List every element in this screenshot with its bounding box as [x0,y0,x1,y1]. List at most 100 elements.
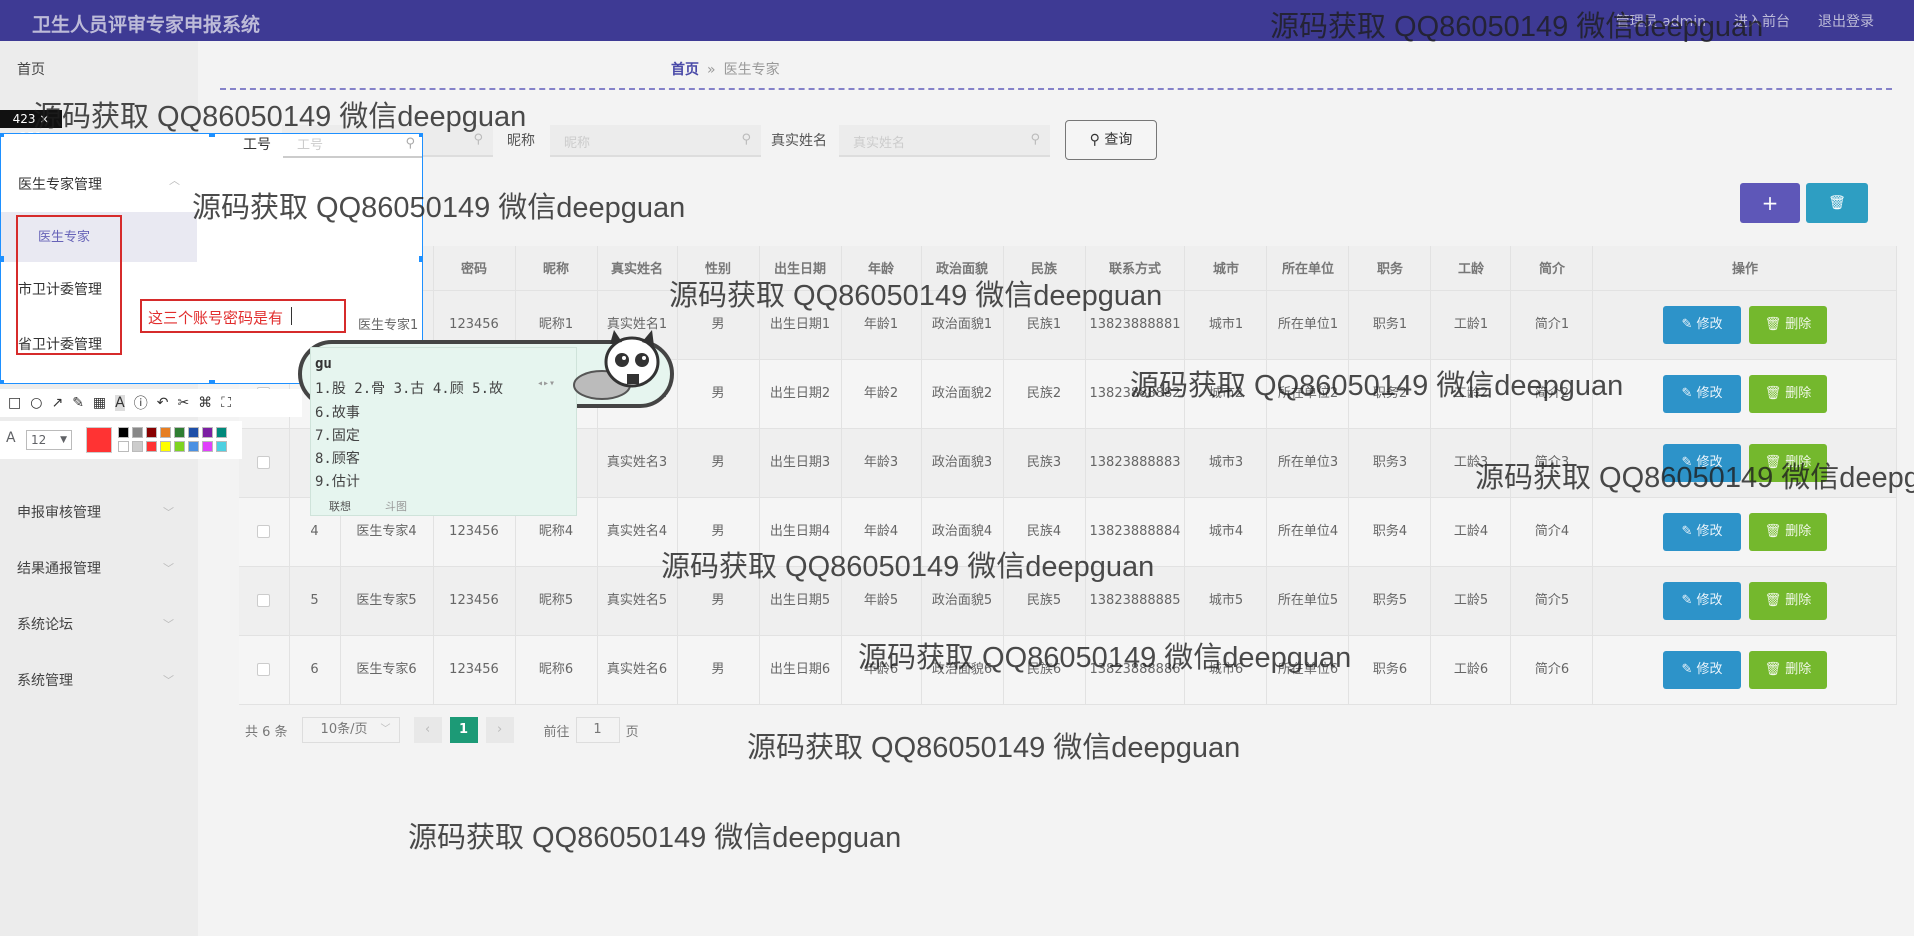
row-checkbox[interactable] [257,662,271,676]
color-swatch[interactable] [160,441,171,452]
color-swatch[interactable] [202,441,213,452]
cell-unit: 所在单位4 [1266,497,1350,567]
fullscreen-icon[interactable]: ⛶ [221,395,231,411]
text-cursor [291,307,292,325]
breadcrumb-current: 医生专家 [723,62,780,78]
rectangle-tool-icon[interactable]: □ [8,395,21,411]
placeholder: 真实姓名 [853,136,906,151]
ime-candidate[interactable]: 8.顾客 [315,448,360,468]
sidebar-item-review[interactable]: 申报审核管理 ﹀ [17,502,174,522]
breadcrumb: 首页 » 医生专家 [671,59,780,79]
col-header: 城市 [1184,246,1268,291]
search-icon: ⚲ [741,132,751,147]
color-swatch[interactable] [188,427,199,438]
watermark: 源码获取 QQ86050149 微信deepguan [1130,370,1624,402]
color-swatch[interactable] [118,427,129,438]
color-swatch[interactable] [174,441,185,452]
delete-button[interactable]: 🗑 删除 [1748,650,1827,689]
query-button[interactable]: ⚲ 查询 [1065,120,1157,160]
watermark: 源码获取 QQ86050149 微信deepguan [1270,11,1764,43]
text-tool-icon[interactable]: A [115,395,125,411]
row-checkbox[interactable] [257,455,271,469]
capture-menu-group[interactable]: 医生专家管理 [18,174,102,194]
arrow-tool-icon[interactable]: ↗ [51,395,63,411]
logout-link[interactable]: 退出登录 [1818,11,1874,31]
goto-page-input[interactable]: 1 [575,717,620,743]
cell-nickname: 昵称5 [515,566,598,636]
color-swatch[interactable] [118,441,129,452]
sidebar-item-forum[interactable]: 系统论坛 ﹀ [17,614,174,634]
ime-association-tab[interactable]: 联想 [329,500,351,513]
number-tool-icon[interactable]: ⓘ [134,393,148,413]
prev-page-button[interactable]: ‹ [413,717,442,743]
undo-icon[interactable]: ↶ [157,395,169,411]
row-checkbox[interactable] [257,524,271,538]
row-checkbox[interactable] [257,593,271,607]
ellipse-tool-icon[interactable]: ○ [30,395,42,411]
color-swatch[interactable] [216,427,227,438]
edit-button[interactable]: ✎ 修改 [1662,305,1741,344]
pen-tool-icon[interactable]: ✎ [72,395,84,411]
annotation-text-box[interactable]: 这三个账号密码是有 [140,299,346,333]
add-button[interactable]: + [1740,183,1800,223]
ime-candidate[interactable]: 6.故事 [315,402,360,422]
search-input-nick[interactable]: 昵称 ⚲ [550,125,761,157]
font-size-select[interactable]: 12 ▼ [26,430,72,450]
delete-button[interactable]: 🗑 删除 [1748,512,1827,551]
search-input-real[interactable]: 真实姓名 ⚲ [839,125,1050,157]
cell-phone: 13823888883 [1085,428,1186,498]
edit-button[interactable]: ✎ 修改 [1662,581,1741,620]
color-swatch[interactable] [174,427,185,438]
resize-handle[interactable] [419,256,422,262]
ime-candidate[interactable]: 9.估计 [315,471,360,491]
ime-candidate[interactable]: 7.固定 [315,425,360,445]
pin-icon[interactable]: ⌘ [198,395,212,411]
cell-age: 年龄3 [841,428,922,498]
page-unit-label: 页 [625,724,639,740]
color-swatch[interactable] [146,427,157,438]
chevron-down-icon: ﹀ [163,618,174,631]
ime-candidate-row[interactable]: 1.股 2.骨 3.古 4.顾 5.故 [315,378,503,398]
color-swatch[interactable] [132,427,143,438]
color-swatch[interactable] [160,427,171,438]
sidebar-item-label: 系统管理 [17,673,73,689]
color-swatch[interactable] [132,441,143,452]
col-header: 操作 [1592,246,1898,291]
ime-sticker-tab[interactable]: 斗图 [385,500,407,513]
color-swatch[interactable] [146,441,157,452]
cut-icon[interactable]: ✂ [177,395,189,411]
app-title: 卫生人员评审专家申报系统 [32,14,261,36]
edit-button[interactable]: ✎ 修改 [1662,374,1741,413]
resize-handle[interactable] [1,380,4,383]
resize-handle[interactable] [209,380,215,383]
divider [220,88,1892,90]
cell-realname: 真实姓名3 [597,428,678,498]
color-swatch[interactable] [216,441,227,452]
color-swatch[interactable] [202,427,213,438]
annotation-rectangle[interactable] [16,215,122,355]
delete-button[interactable]: 🗑 删除 [1748,305,1827,344]
next-page-button[interactable]: › [485,717,514,743]
sidebar-item-system[interactable]: 系统管理 ﹀ [17,670,174,690]
sidebar-item-label: 结果通报管理 [17,561,101,577]
page-size-select[interactable]: 10条/页 ﹀ [301,717,400,743]
capture-search-input[interactable]: 工号 ⚲ [283,134,422,158]
resize-handle[interactable] [1,134,4,137]
color-swatch[interactable] [188,441,199,452]
delete-button[interactable]: 🗑 删除 [1748,581,1827,620]
batch-delete-button[interactable]: 🗑 [1806,183,1868,223]
delete-button[interactable]: 🗑 删除 [1748,374,1827,413]
edit-button[interactable]: ✎ 修改 [1662,650,1741,689]
ime-page-arrows-icon[interactable]: ◂▸▾ [537,378,555,389]
cell-nation: 民族3 [1003,428,1086,498]
sidebar-item-home[interactable]: 首页 [17,59,45,79]
edit-button[interactable]: ✎ 修改 [1662,512,1741,551]
sidebar-item-result[interactable]: 结果通报管理 ﹀ [17,558,174,578]
breadcrumb-home[interactable]: 首页 [671,62,699,78]
watermark: 源码获取 QQ86050149 微信deepguan [858,642,1352,674]
cell-actions: ✎ 修改 🗑 删除 [1592,497,1898,567]
mosaic-tool-icon[interactable]: ▦ [93,395,106,411]
resize-handle[interactable] [1,256,4,262]
page-number[interactable]: 1 [449,717,478,743]
current-color-swatch[interactable] [86,427,112,453]
